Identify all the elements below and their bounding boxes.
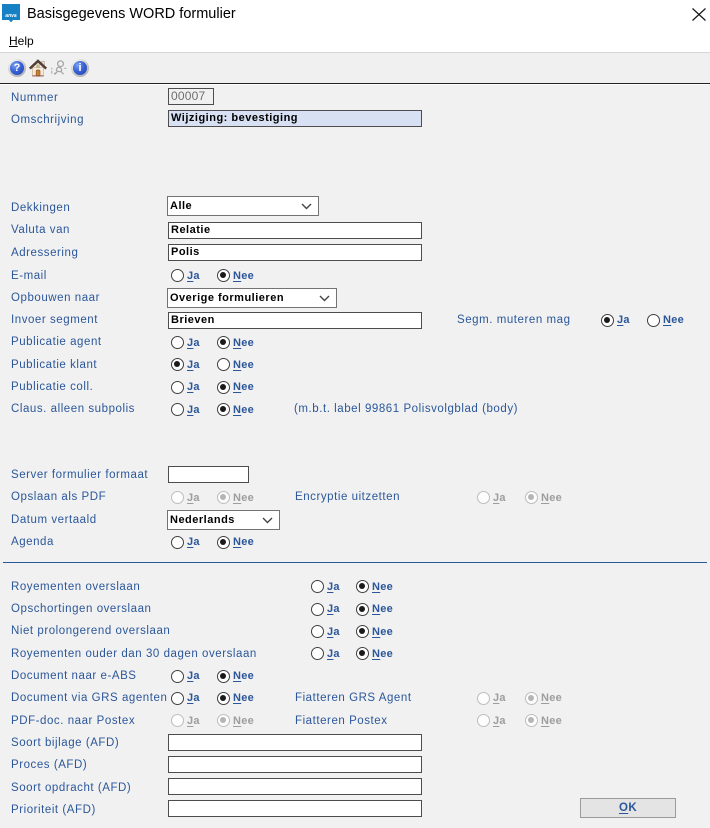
svg-text:anva: anva [5,13,17,19]
